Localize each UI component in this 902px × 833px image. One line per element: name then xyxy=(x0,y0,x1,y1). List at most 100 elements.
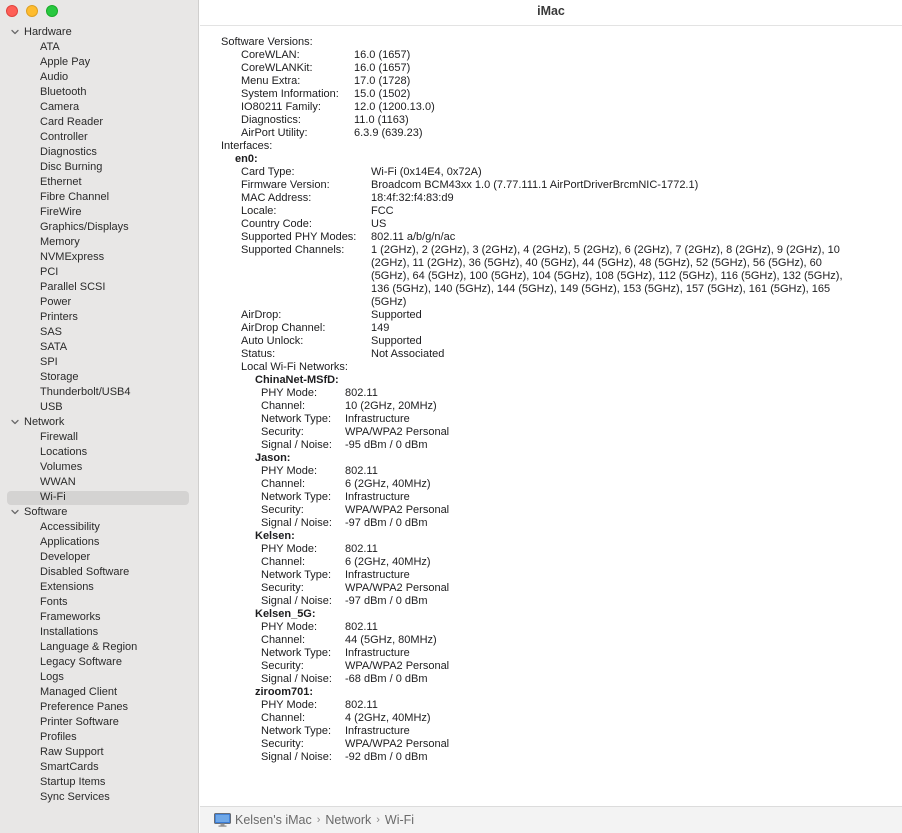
sidebar-item-ethernet[interactable]: Ethernet xyxy=(40,175,82,190)
detail-content: Software Versions: CoreWLAN: 16.0 (1657) Co… xyxy=(200,26,902,806)
sidebar-item-wwan[interactable]: WWAN xyxy=(40,475,76,490)
sidebar-item-extensions[interactable]: Extensions xyxy=(40,580,94,595)
property-label: Signal / Noise: xyxy=(261,751,332,763)
status-footer: Kelsen's iMac › Network › Wi-Fi xyxy=(200,806,902,833)
sidebar: Hardware ATA Apple Pay Audio Bluetooth Camera… xyxy=(0,0,199,833)
sidebar-item-thunderbolt-usb4[interactable]: Thunderbolt/USB4 xyxy=(40,385,131,400)
sidebar-item-memory[interactable]: Memory xyxy=(40,235,80,250)
sidebar-item-card-reader[interactable]: Card Reader xyxy=(40,115,103,130)
property-label: Signal / Noise: xyxy=(261,439,332,451)
sidebar-category-software[interactable]: Software xyxy=(10,505,67,520)
sidebar-item-power[interactable]: Power xyxy=(40,295,71,310)
sidebar-item-managed-client[interactable]: Managed Client xyxy=(40,685,117,700)
sidebar-category-network[interactable]: Network xyxy=(10,415,64,430)
sidebar-item-firewire[interactable]: FireWire xyxy=(40,205,82,220)
chevron-down-icon[interactable] xyxy=(10,27,20,37)
property-label: Network Type: xyxy=(261,491,332,503)
breadcrumb-computer[interactable]: Kelsen's iMac xyxy=(235,813,312,827)
property-value: 4 (2GHz, 40MHz) xyxy=(345,712,431,724)
property-label: Firmware Version: xyxy=(241,179,330,191)
supported-channels-line: 1 (2GHz), 2 (2GHz), 3 (2GHz), 4 (2GHz), … xyxy=(371,244,840,256)
sidebar-item-volumes[interactable]: Volumes xyxy=(40,460,82,475)
property-value: -68 dBm / 0 dBm xyxy=(345,673,428,685)
sidebar-item-apple-pay[interactable]: Apple Pay xyxy=(40,55,90,70)
sidebar-item-spi[interactable]: SPI xyxy=(40,355,58,370)
sidebar-item-ata[interactable]: ATA xyxy=(40,40,60,55)
sidebar-item-usb[interactable]: USB xyxy=(40,400,63,415)
minimize-window-button[interactable] xyxy=(26,5,38,17)
property-label: Network Type: xyxy=(261,647,332,659)
property-label: Auto Unlock: xyxy=(241,335,304,347)
window-title: iMac xyxy=(537,4,565,18)
breadcrumb: Kelsen's iMac › Network › Wi-Fi xyxy=(214,813,414,827)
property-label: CoreWLAN: xyxy=(241,49,300,61)
close-window-button[interactable] xyxy=(6,5,18,17)
sidebar-item-language-region[interactable]: Language & Region xyxy=(40,640,137,655)
section-header-interfaces: Interfaces: xyxy=(221,140,273,152)
supported-channels-line: 136 (5GHz), 140 (5GHz), 144 (5GHz), 149 … xyxy=(371,283,831,295)
sidebar-item-storage[interactable]: Storage xyxy=(40,370,79,385)
sidebar-item-sas[interactable]: SAS xyxy=(40,325,62,340)
sidebar-item-accessibility[interactable]: Accessibility xyxy=(40,520,100,535)
sidebar-item-fonts[interactable]: Fonts xyxy=(40,595,68,610)
sidebar-item-installations[interactable]: Installations xyxy=(40,625,98,640)
sidebar-item-smartcards[interactable]: SmartCards xyxy=(40,760,99,775)
property-label: Security: xyxy=(261,426,304,438)
sidebar-item-frameworks[interactable]: Frameworks xyxy=(40,610,101,625)
sidebar-item-logs[interactable]: Logs xyxy=(40,670,64,685)
sidebar-item-fibre-channel[interactable]: Fibre Channel xyxy=(40,190,109,205)
property-value: -97 dBm / 0 dBm xyxy=(345,517,428,529)
sidebar-item-developer[interactable]: Developer xyxy=(40,550,90,565)
breadcrumb-wifi[interactable]: Wi-Fi xyxy=(385,813,414,827)
property-value: 802.11 a/b/g/n/ac xyxy=(371,231,456,243)
sidebar-item-raw-support[interactable]: Raw Support xyxy=(40,745,104,760)
property-value: WPA/WPA2 Personal xyxy=(345,504,450,516)
sidebar-item-controller[interactable]: Controller xyxy=(40,130,88,145)
property-label: AirPort Utility: xyxy=(241,127,308,139)
sidebar-item-graphics-displays[interactable]: Graphics/Displays xyxy=(40,220,129,235)
sidebar-item-parallel-scsi[interactable]: Parallel SCSI xyxy=(40,280,105,295)
property-label: Channel: xyxy=(261,478,306,490)
sidebar-item-profiles[interactable]: Profiles xyxy=(40,730,77,745)
property-label: Diagnostics: xyxy=(241,114,301,126)
sidebar-item-preference-panes[interactable]: Preference Panes xyxy=(40,700,128,715)
sidebar-item-camera[interactable]: Camera xyxy=(40,100,79,115)
sidebar-item-legacy-software[interactable]: Legacy Software xyxy=(40,655,122,670)
property-value: Supported xyxy=(371,335,422,347)
property-value: Infrastructure xyxy=(345,413,410,425)
sidebar-item-wi-fi[interactable]: Wi-Fi xyxy=(40,490,66,505)
sidebar-category-label: Software xyxy=(24,506,68,518)
breadcrumb-network[interactable]: Network xyxy=(325,813,371,827)
supported-channels-line: (2GHz), 11 (2GHz), 36 (5GHz), 40 (5GHz),… xyxy=(371,257,822,269)
sidebar-item-diagnostics[interactable]: Diagnostics xyxy=(40,145,97,160)
property-label: Security: xyxy=(261,738,304,750)
chevron-down-icon[interactable] xyxy=(10,417,20,427)
sidebar-item-firewall[interactable]: Firewall xyxy=(40,430,78,445)
sidebar-item-disc-burning[interactable]: Disc Burning xyxy=(40,160,102,175)
sidebar-item-nvmexpress[interactable]: NVMExpress xyxy=(40,250,104,265)
sidebar-item-printer-software[interactable]: Printer Software xyxy=(40,715,119,730)
property-label: Network Type: xyxy=(261,725,332,737)
property-value: WPA/WPA2 Personal xyxy=(345,738,450,750)
sidebar-item-sync-services[interactable]: Sync Services xyxy=(40,790,110,805)
sidebar-item-bluetooth[interactable]: Bluetooth xyxy=(40,85,86,100)
selection-highlight xyxy=(7,491,189,505)
sidebar-item-audio[interactable]: Audio xyxy=(40,70,68,85)
sidebar-item-sata[interactable]: SATA xyxy=(40,340,67,355)
sidebar-item-printers[interactable]: Printers xyxy=(40,310,78,325)
sidebar-item-startup-items[interactable]: Startup Items xyxy=(40,775,105,790)
property-label: AirDrop Channel: xyxy=(241,322,326,334)
property-value: 802.11 xyxy=(345,387,378,399)
property-value: 16.0 (1657) xyxy=(354,62,411,74)
chevron-down-icon[interactable] xyxy=(10,507,20,517)
property-label: Network Type: xyxy=(261,413,332,425)
sidebar-item-applications[interactable]: Applications xyxy=(40,535,99,550)
sidebar-item-locations[interactable]: Locations xyxy=(40,445,87,460)
sidebar-item-pci[interactable]: PCI xyxy=(40,265,58,280)
sidebar-category-hardware[interactable]: Hardware xyxy=(10,25,72,40)
property-label: Signal / Noise: xyxy=(261,517,332,529)
property-label: Security: xyxy=(261,582,304,594)
property-value: 149 xyxy=(371,322,390,334)
sidebar-item-disabled-software[interactable]: Disabled Software xyxy=(40,565,129,580)
maximize-window-button[interactable] xyxy=(46,5,58,17)
